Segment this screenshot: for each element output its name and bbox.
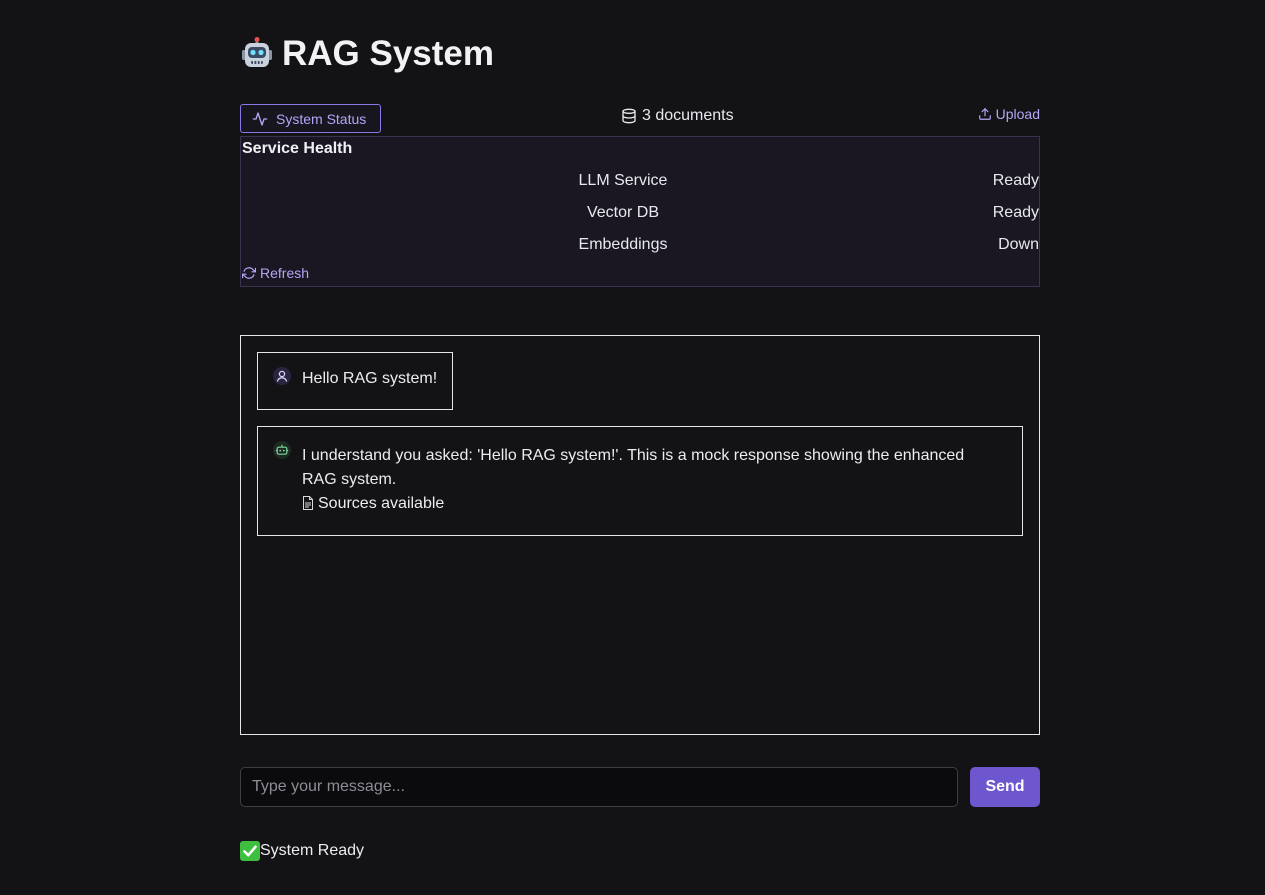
system-status-footer: System Ready bbox=[240, 840, 364, 862]
chat-window[interactable]: Hello RAG system! I understand you asked… bbox=[240, 335, 1040, 735]
app-page: RAG System System Status 3 documents Upl… bbox=[0, 0, 1265, 895]
message-text: Hello RAG system! bbox=[302, 370, 438, 387]
service-name: Vector DB bbox=[586, 204, 660, 221]
chat-message-user: Hello RAG system! bbox=[257, 352, 453, 410]
bot-icon bbox=[273, 441, 291, 459]
check-icon bbox=[240, 841, 260, 861]
document-count-text: 3 documents bbox=[642, 107, 734, 124]
service-row-embeddings: Embeddings Down bbox=[241, 236, 1039, 260]
service-health-panel: Service Health LLM Service Ready Vector … bbox=[240, 136, 1040, 287]
service-state: Ready bbox=[992, 172, 1039, 189]
service-row-vector-db: Vector DB Ready bbox=[241, 204, 1039, 228]
page-title-text: RAG System bbox=[282, 34, 495, 73]
robot-icon bbox=[240, 37, 274, 71]
system-status-text: System Ready bbox=[260, 842, 365, 859]
service-name: Embeddings bbox=[578, 236, 668, 253]
system-status-label: System Status bbox=[276, 110, 367, 127]
upload-icon bbox=[978, 108, 991, 120]
service-name: LLM Service bbox=[578, 172, 668, 189]
database-icon bbox=[622, 108, 636, 124]
page-title: RAG System bbox=[240, 30, 494, 78]
refresh-button[interactable]: Refresh bbox=[242, 265, 309, 281]
user-icon bbox=[273, 367, 291, 385]
refresh-label: Refresh bbox=[260, 265, 310, 281]
refresh-icon bbox=[242, 267, 256, 279]
system-status-button[interactable]: System Status bbox=[240, 104, 381, 133]
service-state: Ready bbox=[992, 204, 1039, 221]
sources-indicator[interactable]: Sources available bbox=[302, 495, 444, 513]
service-health-title: Service Health bbox=[242, 140, 353, 157]
service-state: Down bbox=[998, 236, 1039, 253]
sources-label: Sources available bbox=[318, 495, 445, 512]
upload-button[interactable]: Upload bbox=[978, 103, 1040, 125]
file-icon bbox=[303, 496, 313, 510]
service-row-llm: LLM Service Ready bbox=[241, 172, 1039, 196]
message-input[interactable] bbox=[240, 767, 958, 807]
send-button[interactable]: Send bbox=[970, 767, 1040, 807]
message-text: I understand you asked: 'Hello RAG syste… bbox=[302, 447, 965, 488]
upload-label: Upload bbox=[995, 106, 1040, 122]
chat-message-assistant: I understand you asked: 'Hello RAG syste… bbox=[257, 426, 1023, 536]
activity-icon bbox=[252, 111, 268, 126]
document-count: 3 documents bbox=[621, 104, 734, 128]
